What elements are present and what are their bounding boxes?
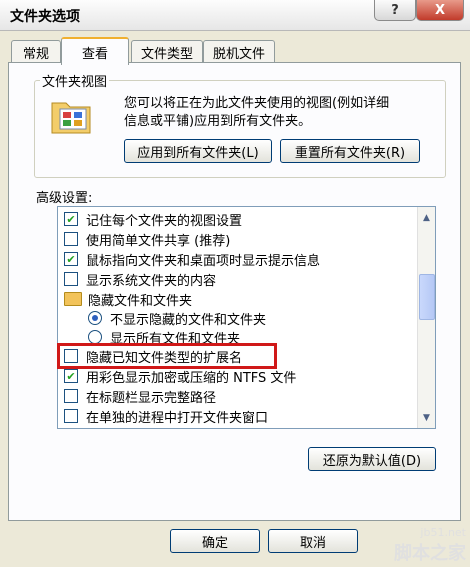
reset-all-label: 重置所有文件夹(R) (294, 145, 406, 161)
list-item-folder: 隐藏文件和文件夹 (64, 289, 192, 309)
advanced-settings-list[interactable]: ✔ 记住每个文件夹的视图设置 使用简单文件共享 (推荐) ✔ 鼠标指向文件夹和桌面项… (57, 206, 436, 429)
list-item-label: 在标题栏显示完整路径 (86, 390, 217, 406)
list-item-label: 记住每个文件夹的视图设置 (86, 213, 243, 229)
list-item[interactable]: 在标题栏显示完整路径 (64, 386, 216, 406)
checkbox[interactable]: ✔ (64, 252, 78, 266)
list-item[interactable]: 显示系统文件夹的内容 (64, 269, 216, 289)
checkbox[interactable] (64, 232, 78, 246)
highlight-annotation (57, 343, 277, 369)
list-item-label: 不显示隐藏的文件和文件夹 (110, 312, 267, 328)
list-item[interactable]: 使用简单文件共享 (推荐) (64, 229, 230, 249)
tab-file-types-label: 文件类型 (140, 46, 193, 62)
checkbox[interactable] (64, 409, 78, 423)
list-item[interactable]: 在单独的进程中打开文件夹窗口 (64, 406, 268, 426)
restore-defaults-label: 还原为默认值(D) (322, 453, 422, 469)
watermark: jb51.net 脚本之家 (394, 526, 466, 565)
folder-view-legend: 文件夹视图 (40, 71, 110, 90)
cancel-button[interactable]: 取消 (268, 529, 358, 553)
list-item[interactable]: 不显示隐藏的文件和文件夹 (88, 308, 266, 328)
scroll-up-icon[interactable]: ▲ (418, 209, 435, 226)
checkbox[interactable] (64, 272, 78, 286)
list-item[interactable]: ✔ 记住每个文件夹的视图设置 (64, 209, 242, 229)
tab-general-label: 常规 (22, 46, 49, 62)
scroll-down-icon[interactable]: ▼ (418, 409, 435, 426)
help-icon: ? (391, 2, 399, 18)
ok-label: 确定 (201, 535, 228, 551)
checkbox[interactable]: ✔ (64, 369, 78, 383)
apply-to-all-folders-button[interactable]: 应用到所有文件夹(L) (124, 139, 272, 163)
ok-button[interactable]: 确定 (170, 529, 260, 553)
advanced-settings-label: 高级设置: (36, 191, 93, 206)
description-line-2: 信息或平铺)应用到所有文件夹。 (124, 114, 312, 129)
checkbox[interactable]: ✔ (64, 212, 78, 226)
list-item-label: 使用简单文件共享 (推荐) (86, 233, 231, 249)
description-line-1: 您可以将正在为此文件夹使用的视图(例如详细 (124, 96, 390, 111)
vertical-scrollbar[interactable]: ▲ ▼ (417, 207, 435, 428)
help-button[interactable]: ? (374, 0, 416, 21)
reset-all-folders-button[interactable]: 重置所有文件夹(R) (280, 139, 420, 163)
cancel-label: 取消 (299, 535, 326, 551)
tab-file-types[interactable]: 文件类型 (131, 40, 203, 63)
checkbox[interactable] (64, 389, 78, 403)
tab-offline-files-label: 脱机文件 (212, 46, 265, 62)
list-item-label: 用彩色显示加密或压缩的 NTFS 文件 (86, 370, 297, 386)
list-item[interactable]: ✔ 鼠标指向文件夹和桌面项时显示提示信息 (64, 249, 320, 269)
close-button[interactable]: X (416, 0, 464, 21)
folder-view-icon (51, 102, 91, 134)
list-item-label: 隐藏文件和文件夹 (88, 293, 193, 309)
title-bar: 文件夹选项 ? X (0, 0, 470, 31)
list-item-label: 鼠标指向文件夹和桌面项时显示提示信息 (86, 253, 321, 269)
folder-view-description: 您可以将正在为此文件夹使用的视图(例如详细 信息或平铺)应用到所有文件夹。 (124, 95, 444, 131)
restore-defaults-button[interactable]: 还原为默认值(D) (308, 447, 436, 471)
tab-view[interactable]: 查看 (61, 37, 129, 65)
watermark-site: jb51.net (420, 526, 466, 539)
radio-button[interactable] (88, 311, 102, 325)
close-icon: X (434, 2, 446, 18)
scroll-thumb[interactable] (419, 274, 435, 320)
tab-view-label: 查看 (81, 46, 108, 62)
tab-general[interactable]: 常规 (11, 40, 61, 63)
window-title: 文件夹选项 (10, 9, 80, 25)
radio-selected-dot (92, 315, 98, 321)
list-item-label: 在单独的进程中打开文件夹窗口 (86, 410, 269, 426)
folder-icon (64, 292, 82, 306)
apply-to-all-label: 应用到所有文件夹(L) (137, 145, 259, 161)
tab-offline-files[interactable]: 脱机文件 (203, 40, 275, 63)
list-item[interactable]: ✔ 用彩色显示加密或压缩的 NTFS 文件 (64, 366, 296, 386)
list-item-label: 显示系统文件夹的内容 (86, 273, 217, 289)
watermark-brand: 脚本之家 (394, 543, 466, 564)
radio-button[interactable] (88, 330, 102, 344)
